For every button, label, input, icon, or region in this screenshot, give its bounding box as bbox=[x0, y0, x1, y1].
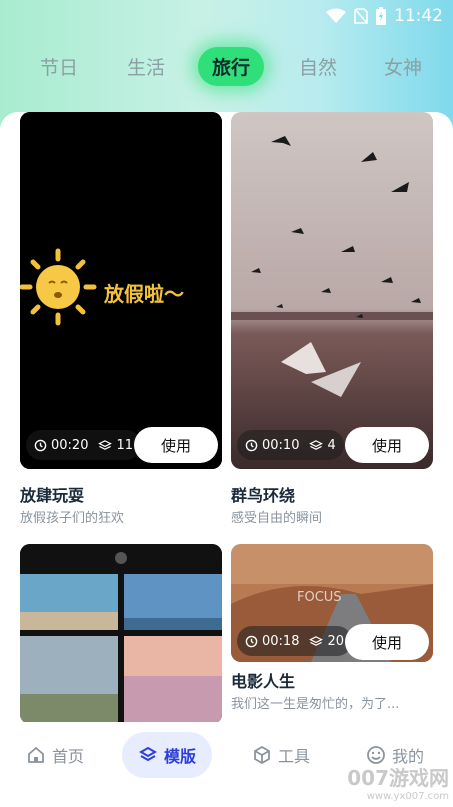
template-meta: 00:20 11 bbox=[26, 430, 142, 460]
nav-tools[interactable]: 工具 bbox=[252, 732, 310, 778]
watermark-text: 007游戏网 bbox=[347, 766, 449, 790]
template-title: 电影人生 bbox=[231, 672, 296, 691]
template-title: 群鸟环绕 bbox=[231, 486, 296, 505]
template-subtitle: 我们这一生是匆忙的，为了... bbox=[231, 697, 400, 712]
layers-icon bbox=[309, 635, 324, 646]
overlay-caption: FOCUS bbox=[297, 590, 342, 605]
watermark: 007游戏网 www.yx007.com bbox=[347, 762, 449, 802]
layer-count: 20 bbox=[327, 633, 345, 649]
template-card[interactable] bbox=[20, 544, 222, 724]
duration-text: 00:10 bbox=[262, 437, 300, 453]
home-icon bbox=[28, 746, 44, 763]
tab-life[interactable]: 生活 bbox=[127, 53, 165, 80]
use-template-button[interactable]: 使用 bbox=[345, 427, 429, 463]
template-card[interactable]: 00:10 4 使用 bbox=[231, 112, 433, 469]
status-bar: 11:42 bbox=[0, 0, 453, 32]
tab-goddess[interactable]: 女神 bbox=[384, 53, 422, 80]
cube-icon bbox=[254, 745, 270, 765]
no-sim-icon bbox=[354, 8, 368, 24]
layers-icon bbox=[309, 439, 324, 450]
template-title: 放肆玩耍 bbox=[20, 486, 85, 505]
wifi-icon bbox=[326, 8, 346, 23]
template-subtitle: 感受自由的瞬间 bbox=[231, 511, 323, 526]
nav-label: 首页 bbox=[52, 747, 85, 766]
template-list: 放假啦～ 00:20 11 使用 放肆玩耍 放假孩子们的狂欢 00:10 4 使… bbox=[0, 112, 453, 807]
tab-travel[interactable]: 旅行 bbox=[197, 46, 265, 86]
tab-nature[interactable]: 自然 bbox=[299, 53, 337, 80]
clock-icon bbox=[245, 635, 258, 647]
nav-label: 模版 bbox=[164, 747, 197, 766]
tab-holiday[interactable]: 节日 bbox=[40, 53, 78, 80]
layers-icon bbox=[138, 746, 158, 762]
template-meta: 00:18 20 bbox=[237, 626, 353, 656]
category-tabs: 节日 生活 旅行 自然 女神 bbox=[0, 44, 453, 88]
template-card[interactable]: FOCUS 00:18 20 使用 bbox=[231, 544, 433, 662]
nav-templates[interactable]: 模版 bbox=[122, 732, 213, 778]
overlay-caption: 放假啦～ bbox=[104, 282, 184, 306]
battery-icon bbox=[376, 7, 386, 25]
template-subtitle: 放假孩子们的狂欢 bbox=[20, 511, 125, 526]
use-template-button[interactable]: 使用 bbox=[345, 624, 429, 660]
status-time: 11:42 bbox=[394, 6, 443, 26]
birds-photo bbox=[231, 112, 433, 469]
clock-icon bbox=[34, 439, 47, 451]
watermark-url: www.yx007.com bbox=[366, 791, 449, 802]
collage-thumbnail bbox=[20, 544, 222, 724]
duration-text: 00:20 bbox=[51, 437, 89, 453]
layer-count: 11 bbox=[116, 437, 134, 453]
use-template-button[interactable]: 使用 bbox=[134, 427, 218, 463]
nav-label: 工具 bbox=[278, 747, 311, 766]
layers-icon bbox=[98, 439, 113, 450]
template-meta: 00:10 4 bbox=[237, 430, 344, 460]
duration-text: 00:18 bbox=[262, 633, 300, 649]
layer-count: 4 bbox=[327, 437, 336, 453]
clock-icon bbox=[245, 439, 258, 451]
nav-home[interactable]: 首页 bbox=[26, 732, 84, 778]
template-card[interactable]: 放假啦～ 00:20 11 使用 bbox=[20, 112, 222, 469]
